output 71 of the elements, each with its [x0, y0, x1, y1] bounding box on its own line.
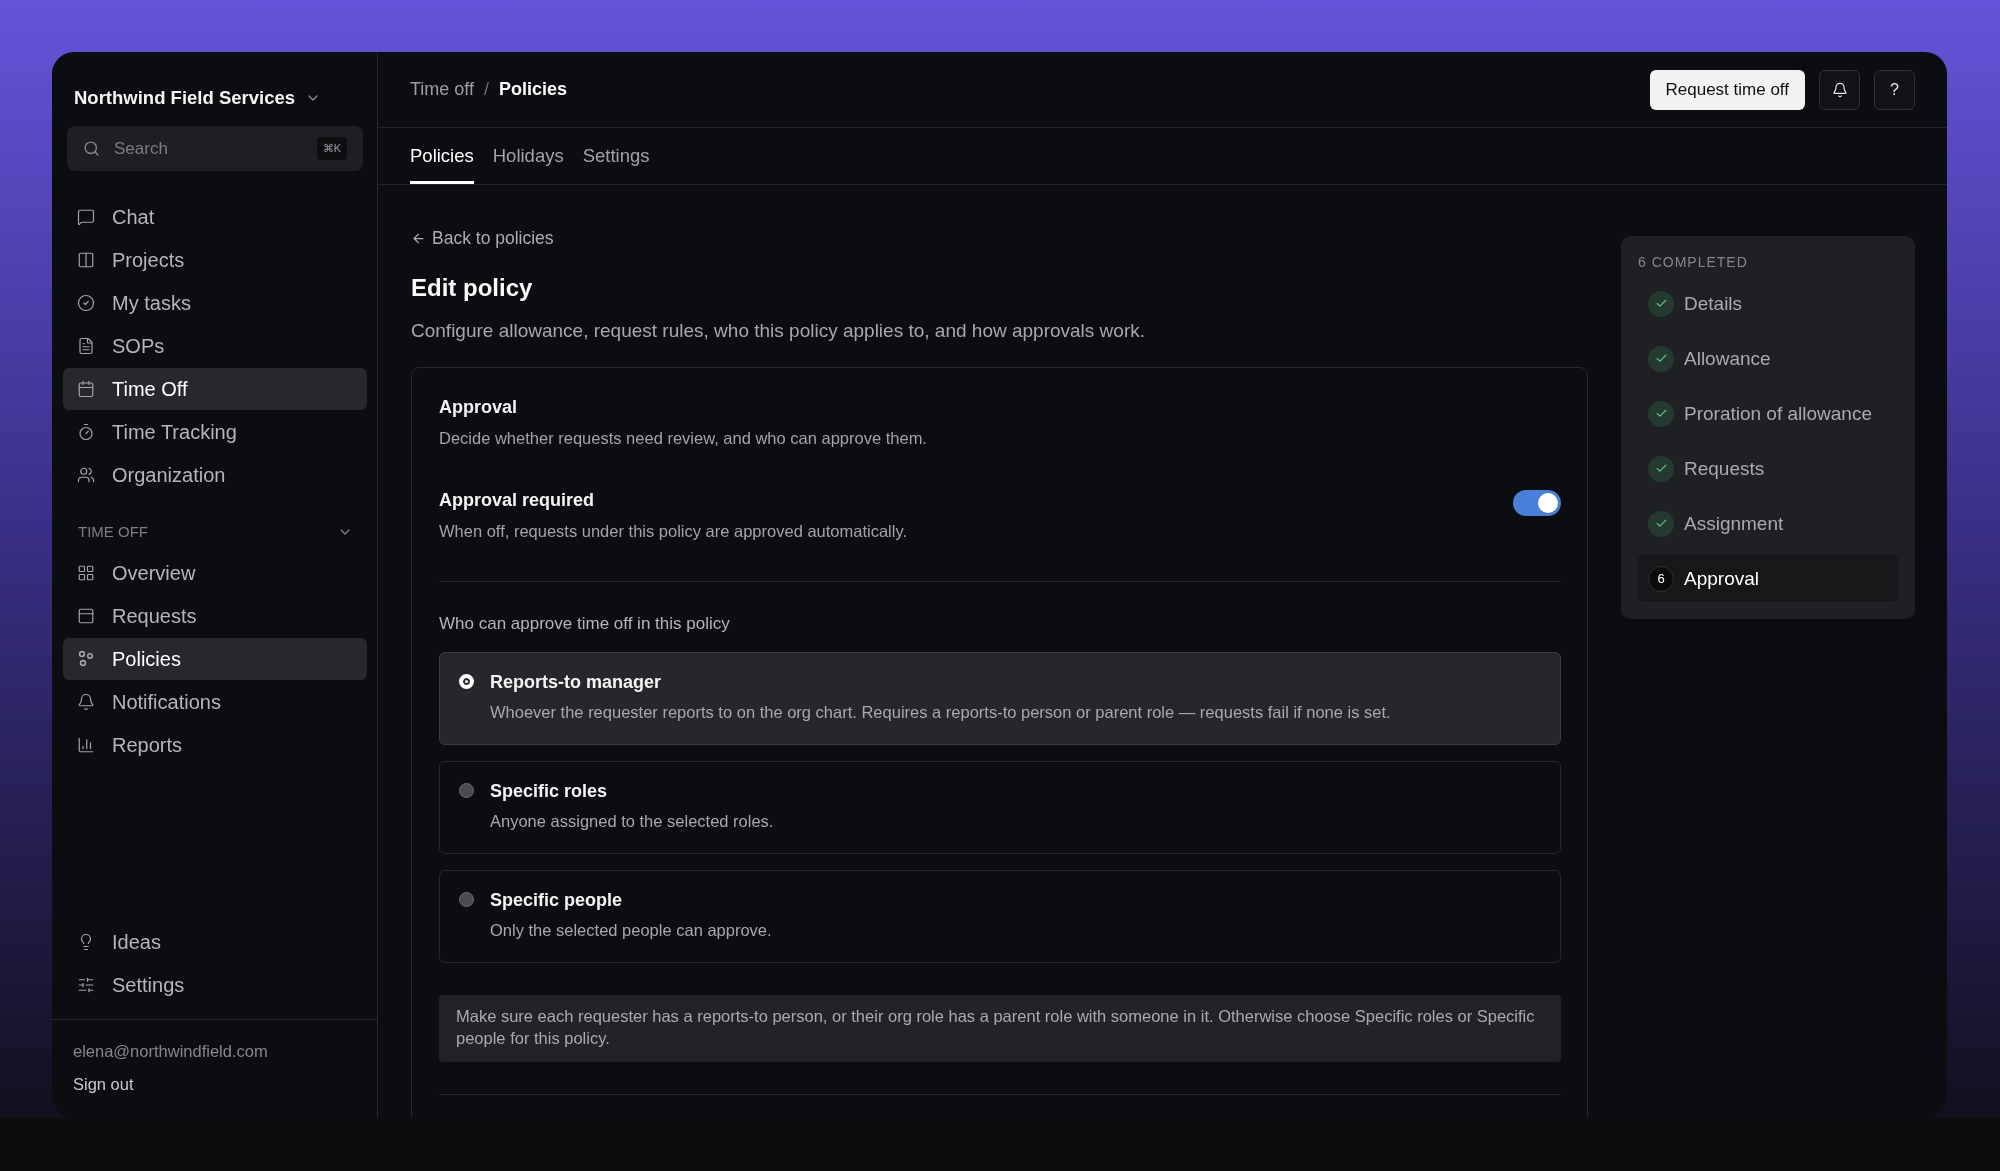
toggle-hint: When off, requests under this policy are approved automatically.: [439, 522, 908, 541]
sidebar-item[interactable]: My tasks: [63, 282, 367, 324]
shortcut-hint: ⌘K: [316, 137, 347, 160]
step-item[interactable]: 6 Approval: [1638, 555, 1898, 602]
check-icon: [1648, 345, 1674, 372]
bar-chart-icon: [77, 736, 95, 754]
sidebar-item[interactable]: Time Tracking: [63, 411, 367, 453]
check-icon: [1648, 290, 1674, 317]
bell-icon: [77, 693, 95, 711]
stopwatch-icon: [77, 423, 95, 441]
chat-icon: [77, 208, 95, 226]
back-link[interactable]: Back to policies: [411, 228, 1588, 249]
request-time-off-button[interactable]: Request time off: [1649, 69, 1805, 110]
sidebar-item[interactable]: Policies: [63, 638, 367, 680]
question-label: Who can approve time off in this policy: [439, 614, 731, 634]
people-icon: [77, 466, 95, 484]
tab[interactable]: Policies: [410, 128, 474, 184]
list-icon: [77, 607, 95, 625]
org-name: Northwind Field Services: [74, 87, 296, 109]
sidebar-item[interactable]: Chat: [63, 196, 367, 238]
sidebar-item[interactable]: Requests: [63, 595, 367, 637]
sidebar-item[interactable]: Settings: [63, 964, 367, 1006]
step-item[interactable]: Proration of allowance: [1638, 390, 1898, 437]
card-title: Approval: [439, 397, 518, 418]
sidebar-item[interactable]: Projects: [63, 239, 367, 281]
step-item[interactable]: Details: [1638, 280, 1898, 327]
sliders-icon: [77, 976, 95, 994]
notifications-button[interactable]: [1819, 69, 1860, 110]
approval-toggle[interactable]: [1513, 490, 1561, 516]
approver-option[interactable]: Specific people Only the selected people can approve.: [439, 870, 1561, 963]
step-item[interactable]: Assignment: [1638, 500, 1898, 547]
progress-heading: 6 COMPLETED: [1638, 254, 1749, 270]
breadcrumb-separator: /: [484, 79, 490, 100]
step-item[interactable]: Allowance: [1638, 335, 1898, 382]
sign-out-link[interactable]: Sign out: [73, 1075, 356, 1094]
sidebar-item[interactable]: Ideas: [63, 921, 367, 963]
sidebar-item[interactable]: Reports: [63, 724, 367, 766]
sidebar-item[interactable]: Notifications: [63, 681, 367, 723]
bell-icon: [1831, 81, 1848, 98]
help-button[interactable]: ?: [1874, 69, 1915, 110]
circles-icon: [77, 650, 95, 668]
breadcrumb-item[interactable]: Time off: [410, 79, 475, 100]
approver-option[interactable]: Specific roles Anyone assigned to the selected roles.: [439, 761, 1561, 854]
sidebar-item[interactable]: Overview: [63, 552, 367, 594]
section-header[interactable]: TIME OFF: [78, 523, 353, 540]
search-icon: [83, 140, 100, 157]
calendar-icon: [77, 380, 95, 398]
check-circle-icon: [77, 294, 95, 312]
breadcrumb-item: Policies: [499, 79, 568, 100]
page-description: Configure allowance, request rules, who this policy applies to, and how approvals work.: [411, 320, 1146, 342]
user-email: elena@northwindfield.com: [73, 1042, 269, 1061]
step-number: 6: [1648, 565, 1674, 592]
check-icon: [1648, 400, 1674, 427]
search-input[interactable]: Search: [112, 137, 305, 160]
toggle-label: Approval required: [439, 490, 595, 510]
check-icon: [1648, 455, 1674, 482]
tab[interactable]: Holidays: [492, 128, 564, 184]
grid-icon: [77, 564, 95, 582]
columns-icon: [77, 251, 95, 269]
check-icon: [1648, 510, 1674, 537]
approver-option[interactable]: Reports-to manager Whoever the requester reports to on the org chart. Requires a reports-to person or parent role — requests fail if none is set.: [439, 652, 1561, 745]
card-subtitle: Decide whether requests need review, and who can approve them.: [439, 429, 928, 448]
tab[interactable]: Settings: [582, 128, 650, 184]
info-note: Make sure each requester has a reports-to person, or their org role has a parent role with someone in it. Otherwise choose Specific roles or Specific people for this policy.: [439, 995, 1561, 1062]
sidebar-item[interactable]: SOPs: [63, 325, 367, 367]
sidebar-item[interactable]: Organization: [63, 454, 367, 496]
search-field[interactable]: Search ⌘K: [67, 126, 363, 171]
step-item[interactable]: Requests: [1638, 445, 1898, 492]
sidebar-item[interactable]: Time Off: [63, 368, 367, 410]
document-icon: [77, 337, 95, 355]
page-title: Edit policy: [411, 274, 534, 302]
